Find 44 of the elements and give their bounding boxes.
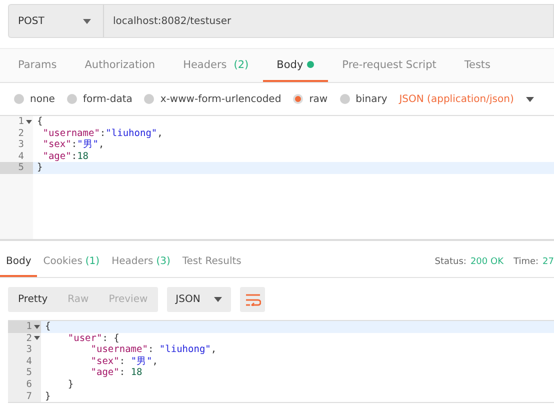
request-body-editor[interactable]: 1 { 2 "username":"liuhong", 3 "sex":"男", 4 "age":18 5 } (0, 115, 554, 241)
code-line: 5 "age": 18 (8, 367, 554, 379)
radio-icon[interactable] (66, 94, 77, 104)
status-label: Status: (434, 257, 466, 267)
code-line: 2 "user": { (8, 332, 554, 344)
body-type-radio[interactable]: raw (293, 94, 328, 104)
wrap-button[interactable] (240, 287, 266, 312)
wrap-lines-icon (244, 294, 261, 306)
fold-caret-icon[interactable] (26, 120, 32, 124)
response-tab[interactable]: Cookies (1) (37, 247, 106, 277)
radio-icon[interactable] (340, 94, 350, 104)
response-tab[interactable]: Body (0, 247, 38, 277)
view-mode-button[interactable]: Pretty (8, 287, 58, 312)
code-line: 2 "username":"liuhong", (0, 128, 554, 140)
method-dropdown[interactable]: POST (8, 4, 104, 38)
fold-caret-icon[interactable] (34, 336, 40, 340)
code-line: 4 "age":18 (0, 150, 554, 162)
radio-icon[interactable] (14, 94, 24, 104)
caret-icon (526, 96, 534, 102)
code-line: 3 "sex":"男", (0, 139, 554, 151)
body-type-radio[interactable]: none (14, 94, 55, 104)
status-value: 200 OK (470, 257, 504, 267)
body-type-radio[interactable]: x-www-form-urlencoded (144, 94, 282, 104)
format-dropdown[interactable]: JSON (166, 287, 232, 312)
request-tab[interactable]: Body (262, 49, 328, 82)
response-tab[interactable]: Test Results (176, 247, 248, 277)
fold-caret-icon[interactable] (34, 324, 40, 329)
caret-icon (83, 18, 91, 24)
url-field[interactable]: localhost:8082/testuser (104, 4, 554, 38)
time-value: 27 (542, 257, 554, 267)
body-type-radio[interactable]: binary (340, 94, 388, 104)
code-line: 6 } (8, 378, 554, 391)
response-tab[interactable]: Headers (3) (106, 247, 176, 277)
code-line: 4 "sex": "男", (8, 356, 554, 368)
code-line: 3 "username": "liuhong", (8, 344, 554, 356)
code-line: 7 } (8, 390, 554, 402)
code-line: 1 { (0, 116, 554, 128)
line-number: 1 (8, 321, 41, 333)
body-type-radio[interactable]: form-data (66, 94, 132, 104)
caret-icon (214, 297, 222, 302)
radio-icon[interactable] (293, 94, 304, 104)
radio-icon[interactable] (144, 94, 154, 104)
line-number: 5 (0, 162, 33, 174)
time-label: Time: (513, 257, 539, 267)
